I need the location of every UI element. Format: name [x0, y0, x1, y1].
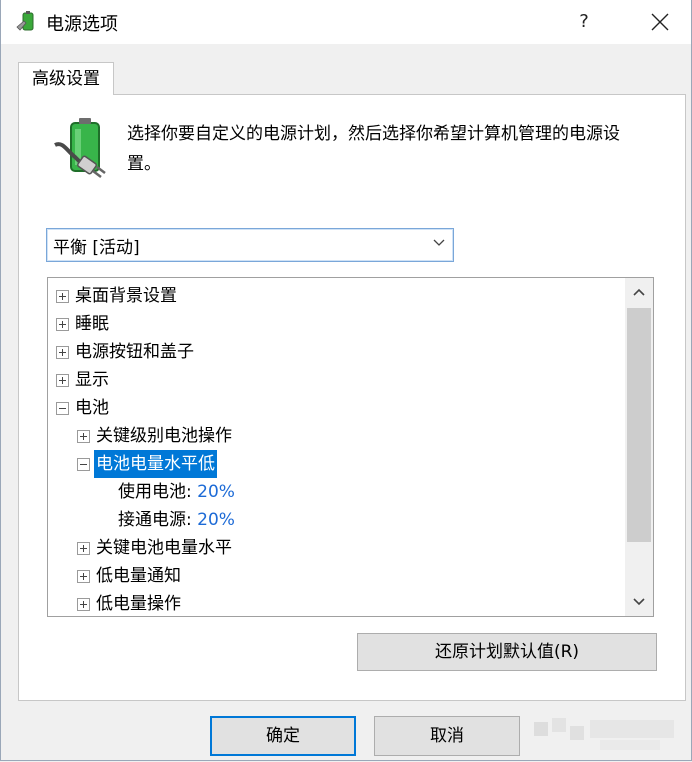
- cancel-button[interactable]: 取消: [374, 716, 520, 756]
- tree-item-label: 电源按钮和盖子: [75, 342, 194, 362]
- power-plan-select[interactable]: 平衡 [活动]: [46, 228, 454, 262]
- tab-advanced-settings[interactable]: 高级设置: [18, 62, 114, 95]
- tree-item-label: 关键级别电池操作: [96, 426, 232, 446]
- tree-item-label: 睡眠: [75, 314, 109, 334]
- tree-item-label: 低电量操作: [96, 594, 181, 614]
- setting-label: 使用电池:: [118, 482, 192, 502]
- tree-item-label: 电池电量水平低: [94, 450, 217, 478]
- battery-plug-icon: [54, 118, 106, 178]
- setting-value[interactable]: 20%: [197, 482, 235, 502]
- tree-scrollbar[interactable]: [625, 278, 653, 616]
- collapse-icon[interactable]: [56, 402, 69, 415]
- close-button[interactable]: [632, 0, 688, 44]
- setting-value[interactable]: 20%: [197, 510, 235, 530]
- expand-icon[interactable]: [77, 570, 90, 583]
- expand-icon[interactable]: [77, 542, 90, 555]
- plan-description: 选择你要自定义的电源计划，然后选择你希望计算机管理的电源设置。: [127, 124, 620, 174]
- power-plan-select-value: 平衡 [活动]: [53, 238, 140, 258]
- collapse-icon[interactable]: [77, 458, 90, 471]
- close-icon: [651, 13, 669, 31]
- tree-item-label: 关键电池电量水平: [96, 538, 232, 558]
- tree-item-plugged-in[interactable]: 接通电源: 20%: [118, 506, 235, 534]
- window-title: 电源选项: [46, 14, 118, 35]
- power-options-icon: [16, 11, 34, 31]
- title-bar: 电源选项 ?: [0, 0, 692, 44]
- scroll-up-button[interactable]: [625, 278, 653, 306]
- restore-defaults-button[interactable]: 还原计划默认值(R): [357, 633, 657, 671]
- settings-tree-items: 桌面背景设置 睡眠 电源按钮和盖子 显示 电池 关键级别电池操作 电池电量水平低…: [48, 278, 625, 616]
- help-button[interactable]: ?: [556, 0, 612, 44]
- watermark-logo: [534, 718, 674, 750]
- chevron-up-icon: [633, 288, 645, 296]
- expand-icon[interactable]: [77, 430, 90, 443]
- expand-icon[interactable]: [56, 374, 69, 387]
- chevron-down-icon: [633, 598, 645, 606]
- setting-label: 接通电源:: [118, 510, 192, 530]
- expand-icon[interactable]: [77, 598, 90, 611]
- ok-button[interactable]: 确定: [210, 716, 356, 756]
- tree-item-label: 桌面背景设置: [75, 286, 177, 306]
- dialog-content: 高级设置 选择你要自定义的电源计划，然后选择你希望计算机管理的电源设置。 平衡 …: [0, 44, 692, 762]
- tree-item-label: 低电量通知: [96, 566, 181, 586]
- scroll-thumb[interactable]: [627, 308, 651, 542]
- tree-item-on-battery[interactable]: 使用电池: 20%: [118, 478, 235, 506]
- settings-tree[interactable]: 桌面背景设置 睡眠 电源按钮和盖子 显示 电池 关键级别电池操作 电池电量水平低…: [47, 277, 654, 617]
- advanced-settings-panel: 选择你要自定义的电源计划，然后选择你希望计算机管理的电源设置。 平衡 [活动] …: [18, 94, 686, 701]
- chevron-down-icon: [433, 239, 445, 246]
- tree-item-label: 电池: [75, 398, 109, 418]
- expand-icon[interactable]: [56, 318, 69, 331]
- scroll-down-button[interactable]: [625, 588, 653, 616]
- expand-icon[interactable]: [56, 290, 69, 303]
- expand-icon[interactable]: [56, 346, 69, 359]
- tree-item-label: 显示: [75, 370, 109, 390]
